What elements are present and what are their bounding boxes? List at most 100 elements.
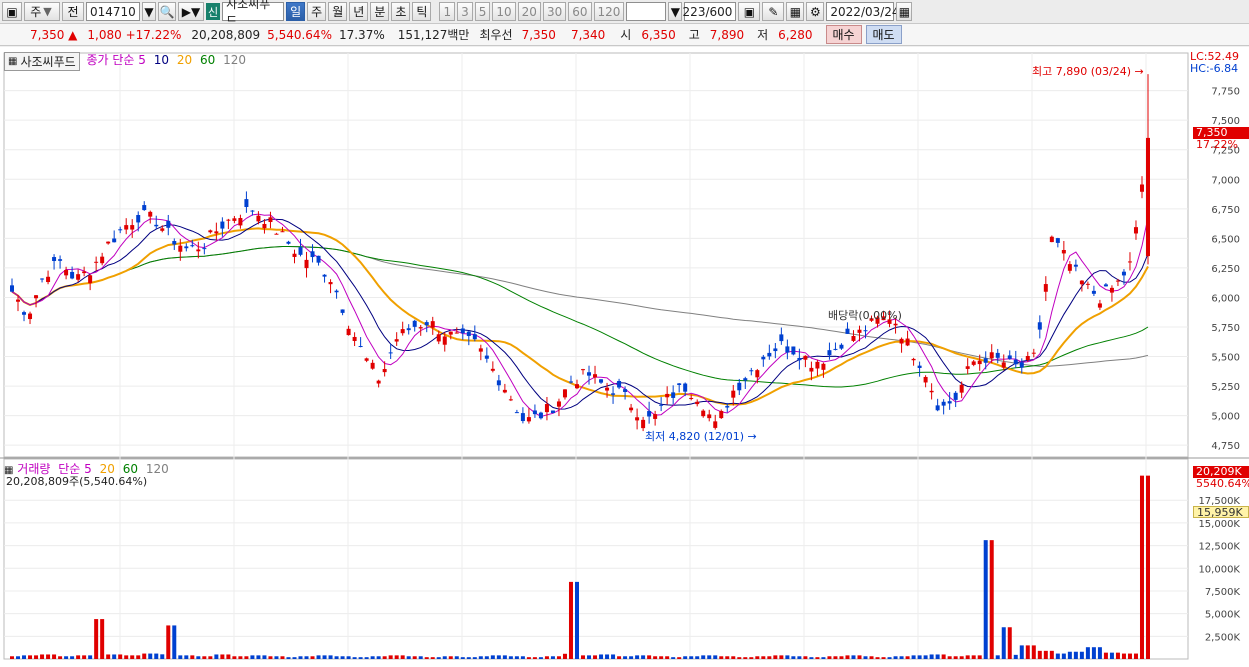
date-field[interactable]: 2022/03/24 [826, 2, 900, 21]
volume-bar [623, 656, 628, 659]
prev-button[interactable]: 전 [62, 2, 84, 21]
price-legend: ▦ 사조씨푸드 종가 단순 5 10 20 60 120 [4, 51, 246, 71]
candle-body [496, 380, 501, 386]
candle-body [809, 367, 814, 372]
price-tick-label: 5,250 [1211, 382, 1240, 393]
ma120-label: 120 [223, 53, 246, 67]
volume-bar [226, 654, 231, 659]
num-5[interactable]: 5 [474, 2, 491, 21]
candle-body [1085, 283, 1090, 285]
period-month[interactable]: 월 [328, 2, 348, 21]
sell-button[interactable]: 매도 [865, 25, 902, 44]
candle-body [178, 245, 183, 252]
volume-bar [472, 657, 477, 659]
volume-bar [418, 656, 423, 659]
volume-bar [274, 656, 279, 659]
candle-body [346, 328, 351, 336]
volume-bar [953, 656, 958, 659]
volume-bar [1067, 651, 1072, 659]
candle-body [1103, 284, 1108, 287]
layout-icon[interactable]: ▣ [2, 2, 22, 21]
volume-bar [581, 655, 586, 659]
volume-bar [797, 656, 802, 659]
candle-body [136, 215, 141, 223]
volume-bar [466, 657, 471, 659]
candle-body [328, 282, 333, 285]
volume-bar [671, 657, 676, 659]
volume-bar [1055, 653, 1060, 659]
volume-bar [370, 656, 375, 659]
candle-body [538, 412, 543, 419]
candle-body [659, 404, 664, 406]
low: 6,280 [778, 27, 813, 42]
candle-body [923, 376, 928, 383]
volume-bar [520, 656, 525, 659]
calendar-icon[interactable]: ▦ [896, 2, 913, 21]
candle-body [803, 355, 808, 360]
candle-body [1031, 352, 1036, 354]
volume-bar [154, 653, 159, 659]
candle-body [719, 410, 724, 419]
market-select[interactable]: 주 ▼ [24, 2, 60, 21]
num-10[interactable]: 10 [492, 2, 516, 21]
gear-icon[interactable]: ⚙ [806, 2, 825, 21]
volume-bar [1103, 652, 1108, 659]
candle-body [1019, 362, 1024, 368]
volume-bar [845, 655, 850, 659]
chart-canvas[interactable]: 7,7507,5007,2507,0006,7506,5006,2506,000… [0, 47, 1249, 667]
volume-bar [1079, 651, 1084, 659]
volume-bar [1007, 627, 1012, 659]
candle-body [593, 374, 598, 378]
num-3[interactable]: 3 [457, 2, 473, 21]
volume-bar [785, 655, 790, 659]
code-dropdown-icon[interactable]: ▼ [142, 2, 156, 21]
buy-button[interactable]: 매수 [825, 25, 862, 44]
indicator-icon[interactable]: ▣ [738, 2, 761, 21]
volume-bar [292, 657, 297, 659]
volume-bar [352, 657, 357, 659]
num-30[interactable]: 30 [542, 2, 567, 21]
draw-icon[interactable]: ✎ [762, 2, 785, 21]
candle-body [689, 397, 694, 399]
period-second[interactable]: 초 [391, 2, 411, 21]
candle-body [1097, 303, 1102, 308]
save-icon[interactable]: ▦ [786, 2, 805, 21]
candle-body [1013, 359, 1018, 365]
volume-bar [112, 654, 117, 659]
period-week[interactable]: 주 [307, 2, 327, 21]
num-120[interactable]: 120 [593, 2, 625, 21]
candle-body [238, 218, 243, 226]
num-1[interactable]: 1 [439, 2, 456, 21]
volume-bar [514, 656, 519, 659]
volume-bar [659, 656, 664, 659]
volume-bar [496, 655, 501, 659]
volume-rate: 5,540.64% [267, 27, 332, 42]
volume-bar [262, 655, 267, 659]
candle-body [358, 346, 363, 348]
candle-body [749, 370, 754, 372]
count-field[interactable]: 223/600 [683, 2, 737, 21]
volume-bar [358, 657, 363, 659]
volume-bar [10, 656, 14, 659]
volume-bar [959, 656, 964, 659]
candle-body [1025, 355, 1030, 361]
volume-bar [412, 656, 417, 659]
custom-period-input[interactable] [626, 2, 667, 21]
search-icon[interactable]: 🔍 [158, 2, 176, 21]
period-year[interactable]: 년 [349, 2, 369, 21]
period-tick[interactable]: 틱 [412, 2, 432, 21]
num-60[interactable]: 60 [568, 2, 592, 21]
sound-icon[interactable]: ▶▼ [178, 2, 204, 21]
volume-bar [214, 654, 219, 659]
custom-dropdown-icon[interactable]: ▼ [668, 2, 683, 21]
candle-body [833, 348, 838, 350]
period-minute[interactable]: 분 [370, 2, 390, 21]
volume-bar [815, 657, 820, 659]
candle-body [184, 246, 189, 249]
candle-body [286, 241, 291, 244]
code-input[interactable]: 014710 [86, 2, 140, 21]
period-day[interactable]: 일 [286, 2, 306, 21]
chart-title-box[interactable]: ▦ 사조씨푸드 [4, 52, 80, 71]
candle-body [262, 223, 267, 229]
num-20[interactable]: 20 [517, 2, 541, 21]
